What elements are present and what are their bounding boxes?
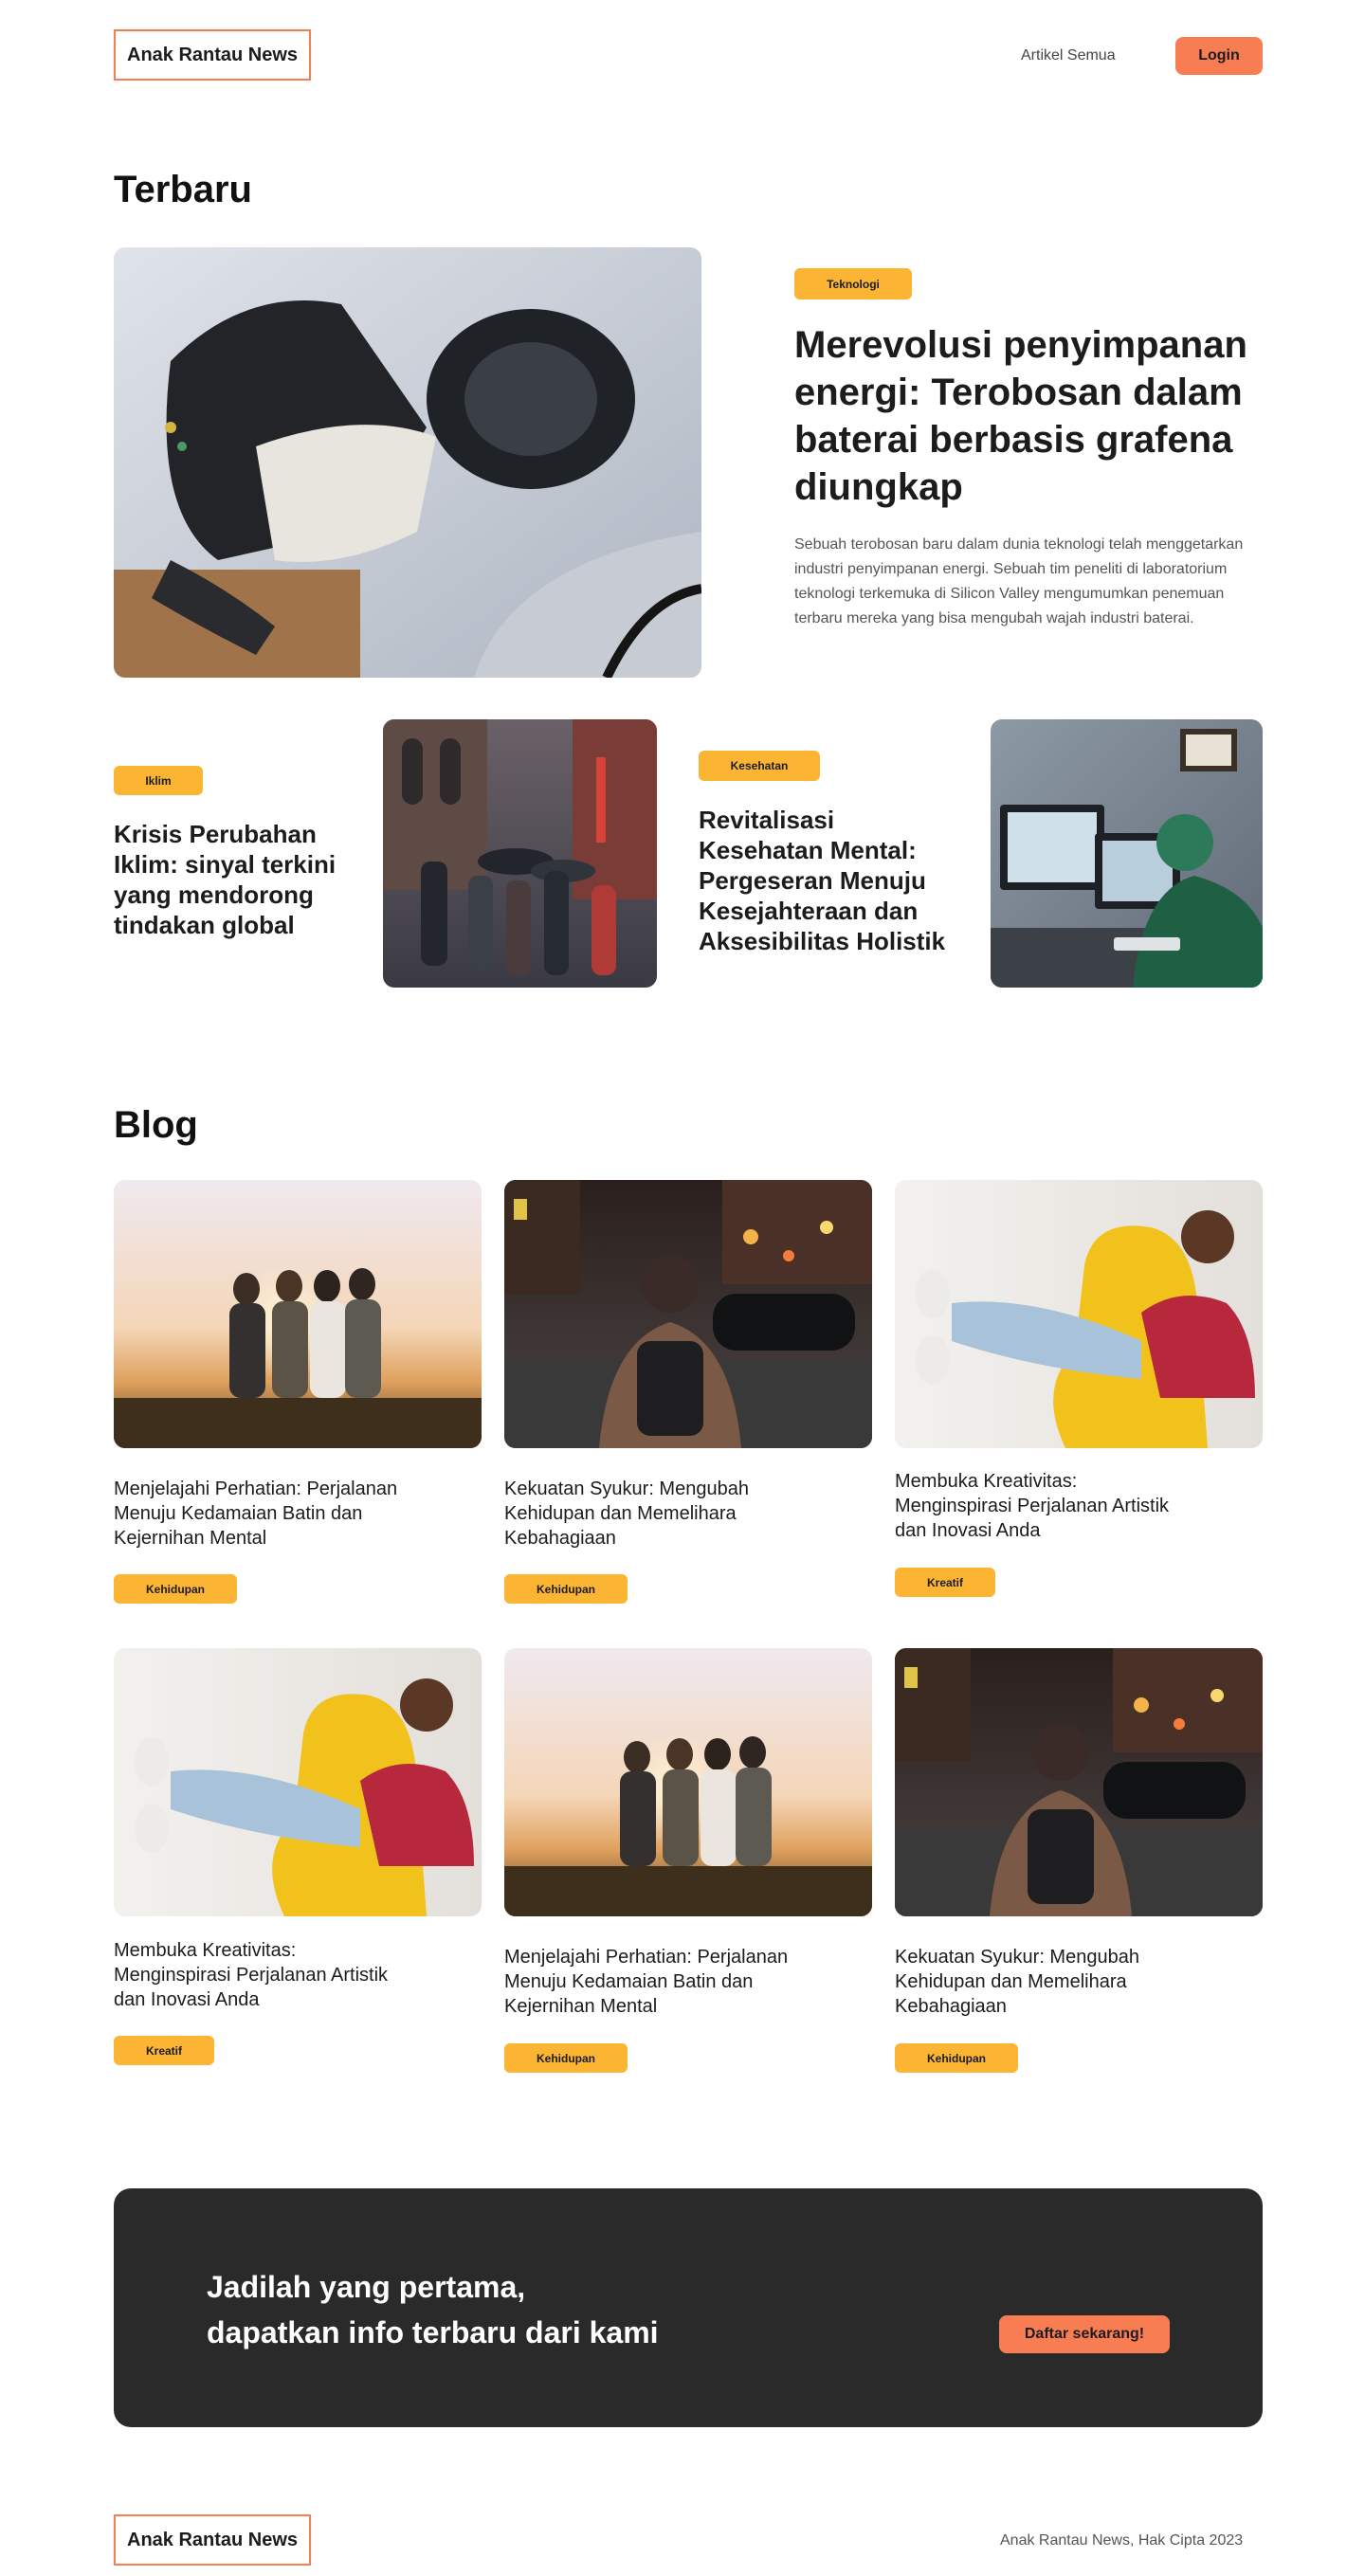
secondary-1-image[interactable] bbox=[383, 719, 657, 988]
city-night-illustration bbox=[504, 1180, 872, 1448]
nav-all-articles-link[interactable]: Artikel Semua bbox=[1021, 47, 1116, 64]
secondary-1-title[interactable]: Krisis Perubahan Iklim: sinyal terkini y… bbox=[114, 819, 341, 940]
yellow-chair-illustration bbox=[114, 1648, 482, 1916]
cta-heading-line-2: dapatkan info terbaru dari kami bbox=[207, 2315, 659, 2349]
secondary-2-title[interactable]: Revitalisasi Kesehatan Mental: Pergesera… bbox=[699, 805, 955, 956]
blog-card-4-badge[interactable]: Kreatif bbox=[114, 2036, 214, 2065]
blog-card-5-badge[interactable]: Kehidupan bbox=[504, 2043, 628, 2073]
blog-card-3-image[interactable] bbox=[895, 1180, 1263, 1448]
blog-card-1-badge[interactable]: Kehidupan bbox=[114, 1574, 237, 1604]
friends-sunset-illustration bbox=[114, 1180, 482, 1448]
hero-article-excerpt: Sebuah terobosan baru dalam dunia teknol… bbox=[794, 536, 1244, 626]
site-logo-text: Anak Rantau News bbox=[127, 44, 299, 65]
secondary-1-category-badge[interactable]: Iklim bbox=[114, 766, 203, 795]
blog-card-2-badge[interactable]: Kehidupan bbox=[504, 1574, 628, 1604]
hero-article-image[interactable] bbox=[114, 247, 701, 678]
blog-card-2-image[interactable] bbox=[504, 1180, 872, 1448]
blog-card-2-title[interactable]: Kekuatan Syukur: Mengubah Kehidupan dan … bbox=[504, 1477, 808, 1551]
hero-category-badge[interactable]: Teknologi bbox=[794, 268, 912, 299]
friends-sunset-illustration bbox=[504, 1648, 872, 1916]
blog-section-title: Blog bbox=[114, 1104, 198, 1146]
signup-now-button[interactable]: Daftar sekarang! bbox=[999, 2315, 1170, 2353]
blog-card-6-badge[interactable]: Kehidupan bbox=[895, 2043, 1018, 2073]
blog-card-4-title[interactable]: Membuka Kreativitas: Menginspirasi Perja… bbox=[114, 1938, 417, 2012]
blog-card-6-image[interactable] bbox=[895, 1648, 1263, 1916]
secondary-2-image[interactable] bbox=[991, 719, 1263, 988]
newsletter-cta-banner: Jadilah yang pertama, dapatkan info terb… bbox=[114, 2188, 1263, 2427]
cta-heading-line-1: Jadilah yang pertama, bbox=[207, 2270, 526, 2304]
site-logo[interactable]: Anak Rantau News bbox=[114, 29, 312, 81]
blog-card-5-image[interactable] bbox=[504, 1648, 872, 1916]
lab-worker-illustration bbox=[991, 719, 1263, 988]
yellow-chair-illustration bbox=[895, 1180, 1263, 1448]
blog-card-5-title[interactable]: Menjelajahi Perhatian: Perjalanan Menuju… bbox=[504, 1945, 808, 2019]
footer-logo[interactable]: Anak Rantau News bbox=[114, 2514, 312, 2566]
blog-card-6-title[interactable]: Kekuatan Syukur: Mengubah Kehidupan dan … bbox=[895, 1945, 1198, 2019]
blog-card-1-image[interactable] bbox=[114, 1180, 482, 1448]
blog-card-1-title[interactable]: Menjelajahi Perhatian: Perjalanan Menuju… bbox=[114, 1477, 417, 1551]
cta-heading: Jadilah yang pertama, dapatkan info terb… bbox=[207, 2264, 659, 2355]
blog-card-3-title[interactable]: Membuka Kreativitas: Menginspirasi Perja… bbox=[895, 1469, 1198, 1543]
latest-section-title: Terbaru bbox=[114, 169, 252, 210]
login-button[interactable]: Login bbox=[1175, 37, 1263, 75]
secondary-2-category-badge[interactable]: Kesehatan bbox=[699, 751, 820, 781]
blog-card-3-badge[interactable]: Kreatif bbox=[895, 1568, 995, 1597]
ev-charging-illustration bbox=[114, 247, 701, 678]
rainy-street-illustration bbox=[383, 719, 657, 988]
footer-copyright: Anak Rantau News, Hak Cipta 2023 bbox=[1000, 2532, 1244, 2549]
footer-logo-text: Anak Rantau News bbox=[127, 2529, 299, 2550]
city-night-illustration bbox=[895, 1648, 1263, 1916]
hero-article-title[interactable]: Merevolusi penyimpanan energi: Terobosan… bbox=[794, 321, 1268, 511]
blog-card-4-image[interactable] bbox=[114, 1648, 482, 1916]
